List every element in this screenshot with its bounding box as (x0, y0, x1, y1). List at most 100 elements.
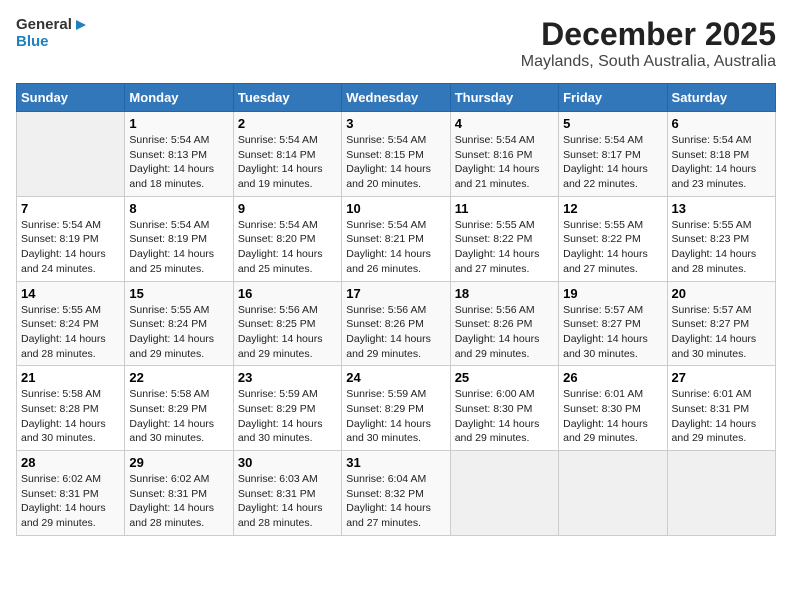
weekday-header-monday: Monday (125, 84, 233, 112)
daylight-text: Daylight: 14 hours and 25 minutes. (238, 248, 323, 275)
day-number: 17 (346, 286, 445, 301)
sunrise-text: Sunrise: 6:00 AM (455, 388, 535, 400)
sunset-text: Sunset: 8:24 PM (129, 318, 207, 330)
sunrise-text: Sunrise: 5:54 AM (672, 134, 752, 146)
daylight-text: Daylight: 14 hours and 29 minutes. (455, 333, 540, 360)
day-info: Sunrise: 5:54 AMSunset: 8:18 PMDaylight:… (672, 133, 771, 192)
sunrise-text: Sunrise: 5:58 AM (21, 388, 101, 400)
day-number: 11 (455, 201, 554, 216)
day-number: 31 (346, 455, 445, 470)
calendar-cell: 28Sunrise: 6:02 AMSunset: 8:31 PMDayligh… (17, 451, 125, 536)
logo: General Blue (16, 16, 86, 51)
day-number: 16 (238, 286, 337, 301)
sunrise-text: Sunrise: 5:55 AM (672, 219, 752, 231)
sunset-text: Sunset: 8:31 PM (238, 488, 316, 500)
sunset-text: Sunset: 8:22 PM (455, 233, 533, 245)
daylight-text: Daylight: 14 hours and 30 minutes. (238, 418, 323, 445)
daylight-text: Daylight: 14 hours and 30 minutes. (672, 333, 757, 360)
day-info: Sunrise: 5:59 AMSunset: 8:29 PMDaylight:… (346, 387, 445, 446)
day-info: Sunrise: 5:54 AMSunset: 8:17 PMDaylight:… (563, 133, 662, 192)
sunrise-text: Sunrise: 5:57 AM (563, 304, 643, 316)
day-number: 20 (672, 286, 771, 301)
sunrise-text: Sunrise: 5:54 AM (129, 219, 209, 231)
daylight-text: Daylight: 14 hours and 28 minutes. (672, 248, 757, 275)
sunrise-text: Sunrise: 5:55 AM (455, 219, 535, 231)
sunset-text: Sunset: 8:20 PM (238, 233, 316, 245)
sunset-text: Sunset: 8:25 PM (238, 318, 316, 330)
sunrise-text: Sunrise: 5:54 AM (346, 134, 426, 146)
day-info: Sunrise: 5:57 AM Sunset: 8:27 PM Daylight:… (672, 303, 771, 362)
calendar-cell: 23 Sunrise: 5:59 AMSunset: 8:29 PMDayligh… (233, 366, 341, 451)
daylight-text: Daylight: 14 hours and 29 minutes. (346, 333, 431, 360)
day-number: 14 (21, 286, 120, 301)
day-number: 10 (346, 201, 445, 216)
day-info: Sunrise: 6:01 AMSunset: 8:30 PMDaylight:… (563, 387, 662, 446)
sunset-text: Sunset: 8:32 PM (346, 488, 424, 500)
sunset-text: Sunset: 8:26 PM (346, 318, 424, 330)
calendar-subtitle: Maylands, South Australia, Australia (521, 53, 776, 71)
sunset-text: Sunset: 8:31 PM (21, 488, 99, 500)
day-info: Sunrise: 5:58 AMSunset: 8:28 PMDaylight:… (21, 387, 120, 446)
calendar-cell: 2Sunrise: 5:54 AMSunset: 8:14 PMDaylight… (233, 112, 341, 197)
calendar-cell (450, 451, 558, 536)
sunrise-text: Sunrise: 6:03 AM (238, 473, 318, 485)
sunset-text: Sunset: 8:29 PM (238, 403, 316, 415)
day-number: 25 (455, 370, 554, 385)
day-info: Sunrise: 5:55 AMSunset: 8:22 PMDaylight:… (455, 218, 554, 277)
calendar-cell: 30Sunrise: 6:03 AMSunset: 8:31 PMDayligh… (233, 451, 341, 536)
day-number: 23 (238, 370, 337, 385)
sunrise-text: Sunrise: 5:55 AM (21, 304, 101, 316)
day-info: Sunrise: 5:56 AMSunset: 8:26 PMDaylight:… (455, 303, 554, 362)
day-number: 19 (563, 286, 662, 301)
day-info: Sunrise: 5:54 AMSunset: 8:16 PMDaylight:… (455, 133, 554, 192)
sunset-text: Sunset: 8:31 PM (129, 488, 207, 500)
day-number: 8 (129, 201, 228, 216)
sunrise-text: Sunrise: 5:55 AM (563, 219, 643, 231)
sunrise-text: Sunrise: 6:02 AM (21, 473, 101, 485)
calendar-week-row: 14 Sunrise: 5:55 AM Sunset: 8:24 PM Dayligh… (17, 281, 776, 366)
sunset-text: Sunset: 8:17 PM (563, 149, 641, 161)
day-info: Sunrise: 5:54 AMSunset: 8:21 PMDaylight:… (346, 218, 445, 277)
calendar-cell: 1Sunrise: 5:54 AMSunset: 8:13 PMDaylight… (125, 112, 233, 197)
sunset-text: Sunset: 8:22 PM (563, 233, 641, 245)
daylight-text: Daylight: 14 hours and 27 minutes. (563, 248, 648, 275)
weekday-header-thursday: Thursday (450, 84, 558, 112)
sunset-text: Sunset: 8:31 PM (672, 403, 750, 415)
day-info: Sunrise: 6:00 AMSunset: 8:30 PMDaylight:… (455, 387, 554, 446)
calendar-cell: 27Sunrise: 6:01 AMSunset: 8:31 PMDayligh… (667, 366, 775, 451)
day-info: Sunrise: 5:54 AMSunset: 8:19 PMDaylight:… (129, 218, 228, 277)
day-number: 7 (21, 201, 120, 216)
sunset-text: Sunset: 8:14 PM (238, 149, 316, 161)
day-info: Sunrise: 5:54 AMSunset: 8:15 PMDaylight:… (346, 133, 445, 192)
day-number: 15 (129, 286, 228, 301)
sunrise-text: Sunrise: 5:57 AM (672, 304, 752, 316)
sunrise-text: Sunrise: 5:55 AM (129, 304, 209, 316)
daylight-text: Daylight: 14 hours and 29 minutes. (563, 418, 648, 445)
title-area: December 2025 Maylands, South Australia,… (521, 16, 776, 71)
day-info: Sunrise: 6:02 AMSunset: 8:31 PMDaylight:… (21, 472, 120, 531)
day-number: 9 (238, 201, 337, 216)
sunrise-text: Sunrise: 5:54 AM (21, 219, 101, 231)
calendar-cell: 21Sunrise: 5:58 AMSunset: 8:28 PMDayligh… (17, 366, 125, 451)
daylight-text: Daylight: 14 hours and 30 minutes. (346, 418, 431, 445)
day-info: Sunrise: 5:56 AMSunset: 8:25 PMDaylight:… (238, 303, 337, 362)
calendar-cell: 7Sunrise: 5:54 AMSunset: 8:19 PMDaylight… (17, 196, 125, 281)
daylight-text: Daylight: 14 hours and 25 minutes. (129, 248, 214, 275)
calendar-week-row: 28Sunrise: 6:02 AMSunset: 8:31 PMDayligh… (17, 451, 776, 536)
daylight-text: Daylight: 14 hours and 28 minutes. (238, 502, 323, 529)
sunrise-text: Sunrise: 6:02 AM (129, 473, 209, 485)
sunset-text: Sunset: 8:26 PM (455, 318, 533, 330)
calendar-cell: 13Sunrise: 5:55 AMSunset: 8:23 PMDayligh… (667, 196, 775, 281)
calendar-cell (559, 451, 667, 536)
sunrise-text: Sunrise: 5:59 AM (346, 388, 426, 400)
weekday-header-saturday: Saturday (667, 84, 775, 112)
sunset-text: Sunset: 8:29 PM (129, 403, 207, 415)
sunset-text: Sunset: 8:24 PM (21, 318, 99, 330)
day-info: Sunrise: 5:55 AM Sunset: 8:22 PM Daylight:… (563, 218, 662, 277)
day-info: Sunrise: 6:01 AMSunset: 8:31 PMDaylight:… (672, 387, 771, 446)
sunset-text: Sunset: 8:27 PM (672, 318, 750, 330)
calendar-cell: 31Sunrise: 6:04 AMSunset: 8:32 PMDayligh… (342, 451, 450, 536)
calendar-cell: 6Sunrise: 5:54 AMSunset: 8:18 PMDaylight… (667, 112, 775, 197)
day-info: Sunrise: 5:59 AMSunset: 8:29 PMDaylight:… (238, 387, 337, 446)
calendar-cell: 26Sunrise: 6:01 AMSunset: 8:30 PMDayligh… (559, 366, 667, 451)
